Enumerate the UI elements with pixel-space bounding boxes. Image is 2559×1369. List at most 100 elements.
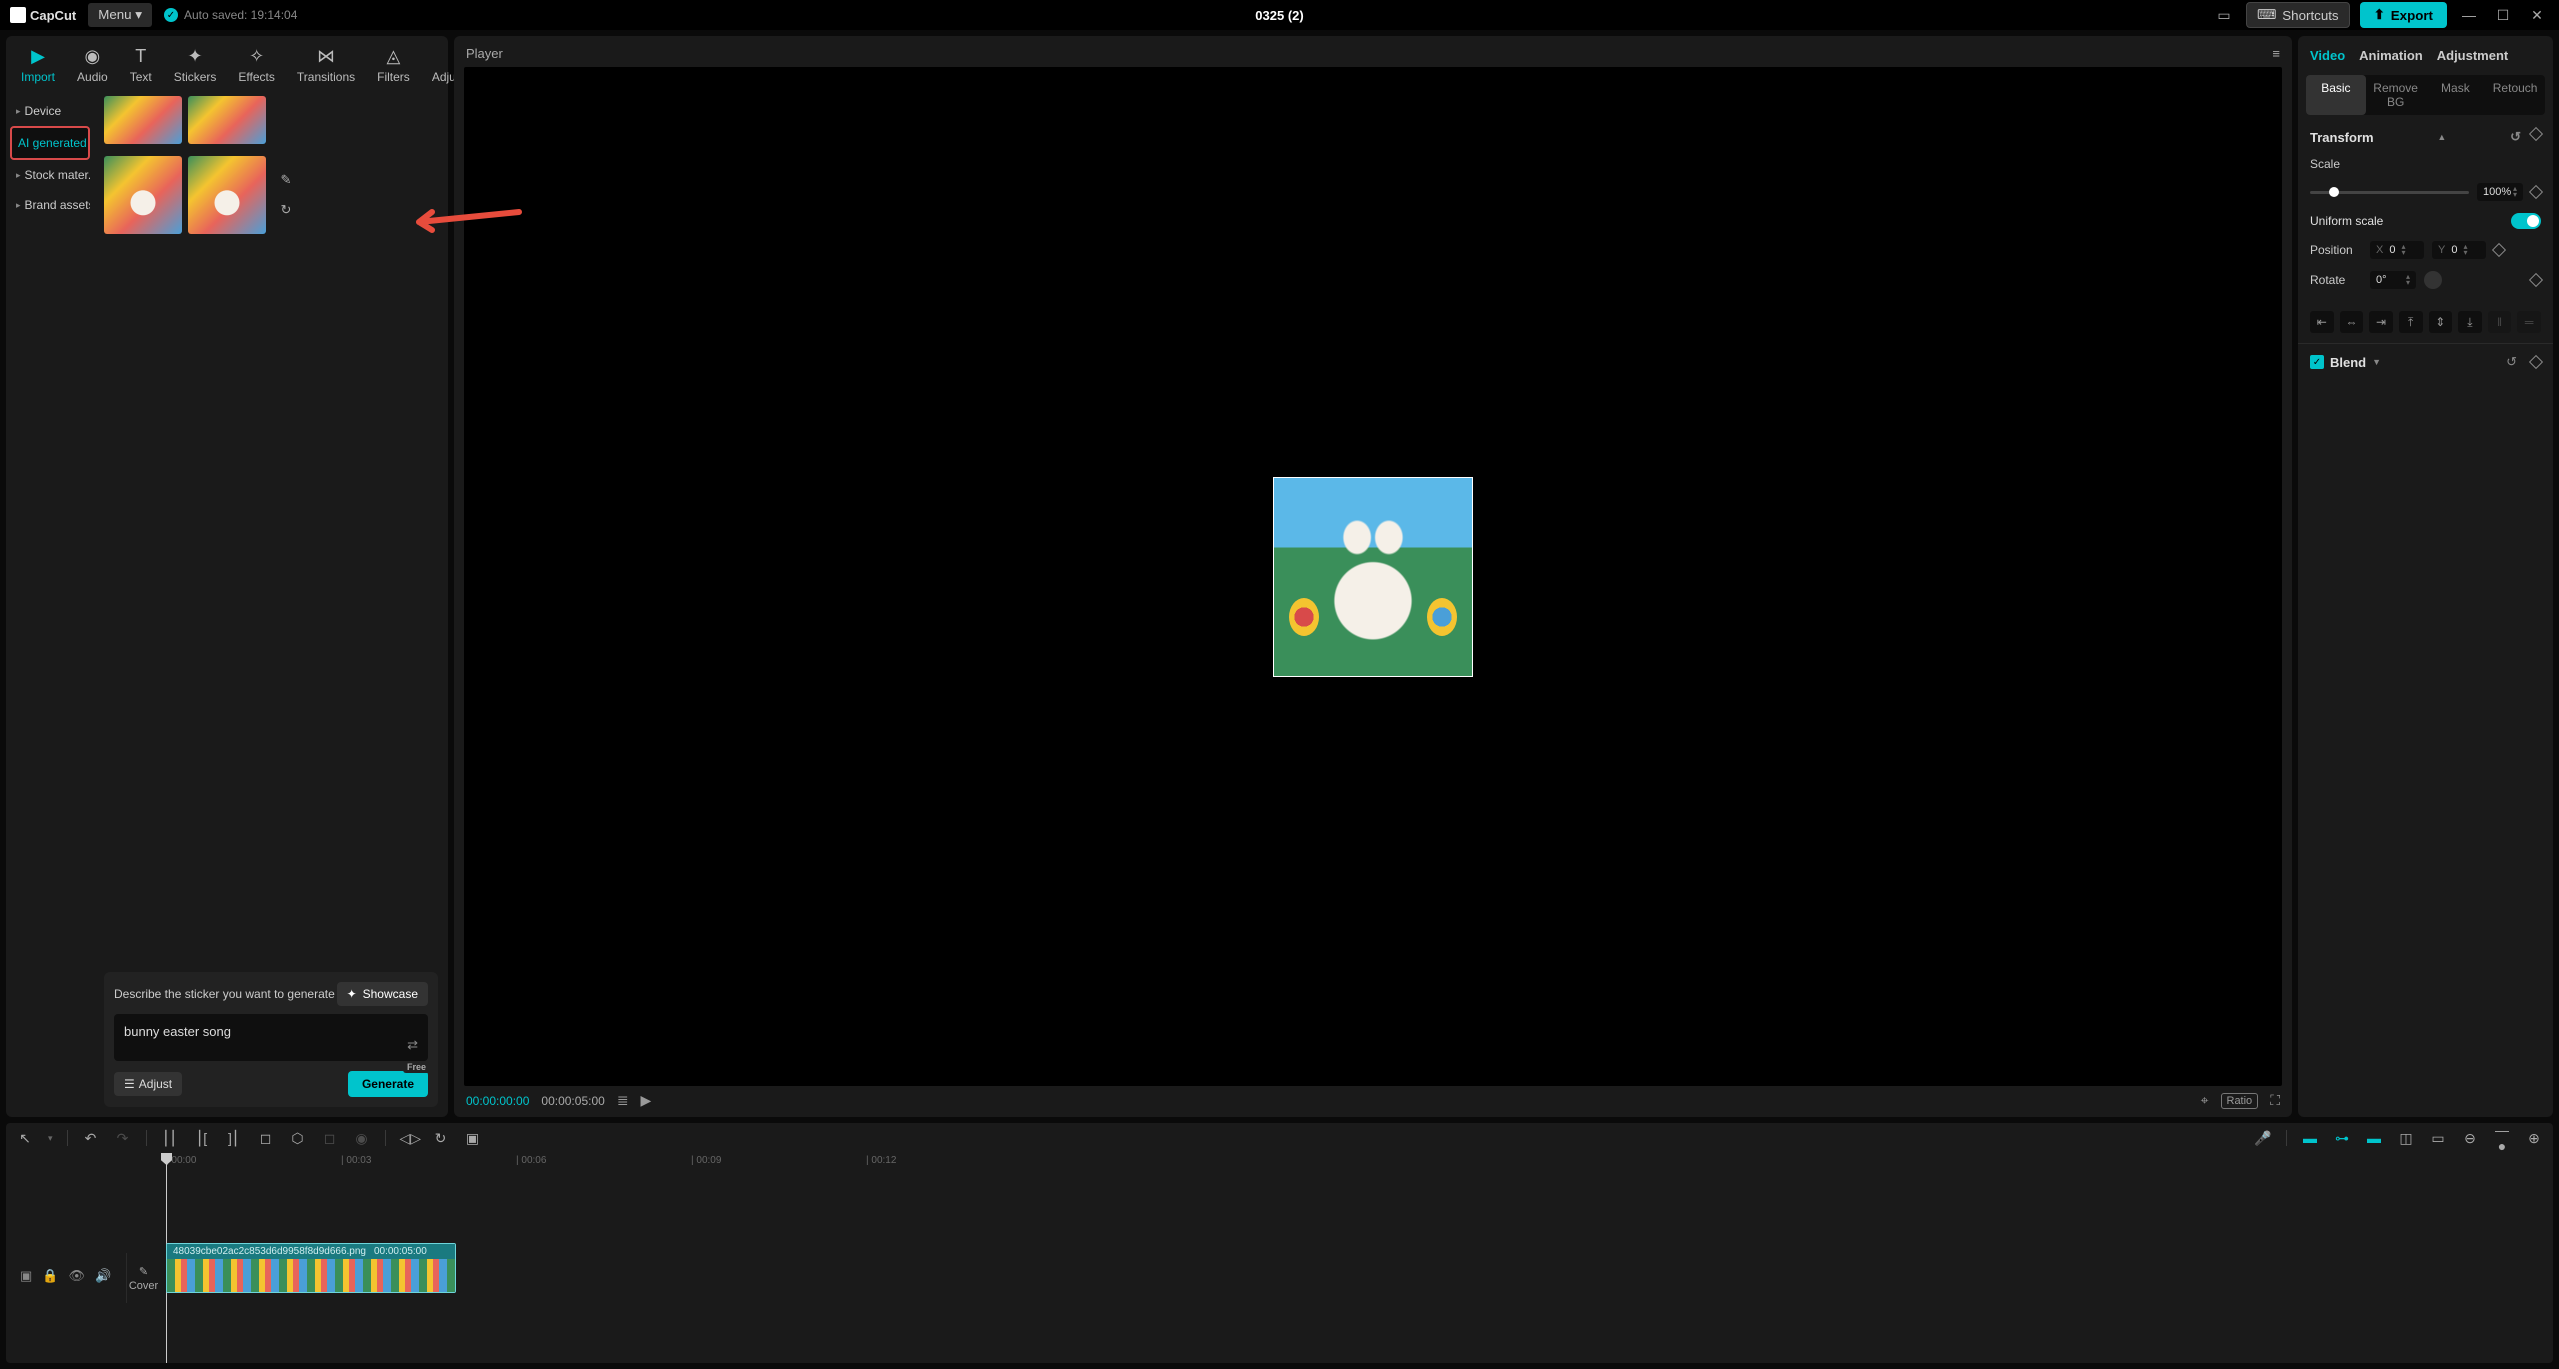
- blend-checkbox[interactable]: ✓: [2310, 355, 2324, 369]
- split-right-icon[interactable]: ]⎮: [225, 1130, 243, 1147]
- inspector-tab-video[interactable]: Video: [2310, 48, 2345, 63]
- crop-icon[interactable]: ◻: [257, 1130, 275, 1147]
- inspector-subtab-retouch[interactable]: Retouch: [2485, 75, 2545, 115]
- split-icon[interactable]: ⎮⎮: [161, 1130, 179, 1147]
- inspector-subtab-mask[interactable]: Mask: [2426, 75, 2486, 115]
- ai-result-thumb[interactable]: [188, 96, 266, 144]
- edit-icon[interactable]: ✎: [276, 170, 296, 190]
- media-tab-transitions[interactable]: ⋈Transitions: [286, 42, 366, 92]
- export-button[interactable]: ⬆ Export: [2360, 2, 2447, 28]
- inspector-subtab-remove-bg[interactable]: Remove BG: [2366, 75, 2426, 115]
- align-vcenter-icon[interactable]: ⇕: [2429, 311, 2453, 333]
- media-tab-audio[interactable]: ◉Audio: [66, 42, 119, 92]
- focus-icon[interactable]: ⌖: [2201, 1092, 2209, 1109]
- rotate-dial[interactable]: [2424, 271, 2442, 289]
- player-menu-icon[interactable]: ≡: [2272, 46, 2280, 61]
- showcase-button[interactable]: ✦ Showcase: [337, 982, 428, 1006]
- media-tab-text[interactable]: TText: [119, 42, 163, 92]
- minimize-button[interactable]: —: [2457, 7, 2481, 23]
- align-hcenter-icon[interactable]: ⇔: [2340, 311, 2364, 333]
- align-top-icon[interactable]: ⤒: [2399, 311, 2423, 333]
- inspector-tab-adjustment[interactable]: Adjustment: [2437, 48, 2509, 63]
- play-button[interactable]: ▶: [641, 1092, 652, 1109]
- preview-toggle-icon[interactable]: ◫: [2397, 1130, 2415, 1147]
- eye-icon[interactable]: 👁: [68, 1268, 85, 1284]
- sidebar-item-device[interactable]: ▸Device: [10, 96, 90, 126]
- crop-tool-icon[interactable]: ▣: [464, 1130, 482, 1147]
- media-tab-import[interactable]: ▶Import: [10, 42, 66, 92]
- tab-icon: ⋈: [317, 46, 335, 66]
- shield-icon[interactable]: ⬡: [289, 1130, 307, 1147]
- zoom-out-icon[interactable]: ⊖: [2461, 1130, 2479, 1147]
- timeline-ruler[interactable]: | 00:00| 00:03| 00:06| 00:09| 00:12: [160, 1153, 2553, 1173]
- ai-result-thumb[interactable]: [104, 156, 182, 234]
- shuffle-icon[interactable]: ⇄: [407, 1037, 418, 1053]
- undo-icon[interactable]: ↶: [82, 1130, 100, 1147]
- keyframe-icon[interactable]: [2492, 243, 2506, 257]
- position-y-input[interactable]: Y0▴▾: [2432, 241, 2486, 259]
- keyframe-icon[interactable]: [2529, 127, 2543, 141]
- inspector-subtab-basic[interactable]: Basic: [2306, 75, 2366, 115]
- player-canvas[interactable]: [464, 67, 2282, 1086]
- menu-button[interactable]: Menu ▾: [88, 3, 152, 27]
- close-button[interactable]: ✕: [2525, 7, 2549, 24]
- snap-icon[interactable]: ▬: [2365, 1130, 2383, 1146]
- ai-result-thumb[interactable]: [188, 156, 266, 234]
- align-right-icon[interactable]: ⇥: [2369, 311, 2393, 333]
- prompt-input[interactable]: bunny easter song: [114, 1014, 428, 1061]
- media-tab-effects[interactable]: ✧Effects: [227, 42, 285, 92]
- generate-button[interactable]: Free Generate: [348, 1071, 428, 1097]
- zoom-slider-icon[interactable]: —●: [2493, 1122, 2511, 1154]
- ai-results-grid: ✎ ↻: [104, 92, 438, 238]
- ratio-button[interactable]: Ratio: [2221, 1093, 2259, 1109]
- lock-icon[interactable]: 🔒: [42, 1268, 58, 1284]
- reset-icon[interactable]: ↺: [2506, 354, 2517, 370]
- cover-button[interactable]: ✎ Cover: [126, 1253, 160, 1303]
- track-icon[interactable]: ▭: [2429, 1130, 2447, 1147]
- autosave-status: ✓ Auto saved: 19:14:04: [164, 8, 297, 22]
- select-tool-icon[interactable]: ↖: [16, 1130, 34, 1147]
- timeline[interactable]: ▣ 🔒 👁 🔊 ✎ Cover | 00:00| 00:03| 00:06| 0…: [6, 1153, 2553, 1363]
- inspector-tab-animation[interactable]: Animation: [2359, 48, 2423, 63]
- mic-icon[interactable]: 🎤: [2254, 1130, 2272, 1147]
- timeline-clip[interactable]: 48039cbe02ac2c853d6d9958f8d9d666.png 00:…: [166, 1243, 456, 1293]
- keyframe-icon[interactable]: [2529, 185, 2543, 199]
- magnet-icon[interactable]: ▬: [2301, 1130, 2319, 1146]
- scale-slider[interactable]: [2310, 191, 2469, 194]
- zoom-in-icon[interactable]: ⊕: [2525, 1130, 2543, 1147]
- rotate-tool-icon[interactable]: ↻: [432, 1130, 450, 1147]
- sidebar-item-stock-mater-[interactable]: ▸Stock mater...: [10, 160, 90, 190]
- tab-icon: ◬: [387, 46, 401, 66]
- sidebar-item-brand-assets[interactable]: ▸Brand assets: [10, 190, 90, 220]
- sidebar-item-ai-generated[interactable]: AI generated: [10, 126, 90, 160]
- keyframe-icon[interactable]: [2529, 355, 2543, 369]
- quality-icon[interactable]: ≣: [617, 1092, 629, 1109]
- refresh-icon[interactable]: ↻: [276, 200, 296, 220]
- position-x-input[interactable]: X0▴▾: [2370, 241, 2424, 259]
- mirror-icon[interactable]: ◁▷: [400, 1130, 418, 1147]
- timecode-current: 00:00:00:00: [466, 1094, 529, 1108]
- track-toggle-icon[interactable]: ▣: [20, 1268, 32, 1284]
- blend-label: Blend: [2330, 355, 2366, 370]
- adjust-button[interactable]: ☰ Adjust: [114, 1072, 182, 1096]
- media-tab-stickers[interactable]: ✦Stickers: [163, 42, 228, 92]
- scale-value[interactable]: 100%▴▾: [2477, 183, 2523, 201]
- project-title: 0325 (2): [1255, 8, 1303, 23]
- link-icon[interactable]: ⊶: [2333, 1130, 2351, 1147]
- keyframe-icon[interactable]: [2529, 273, 2543, 287]
- align-left-icon[interactable]: ⇤: [2310, 311, 2334, 333]
- fullscreen-icon[interactable]: ⛶: [2270, 1092, 2280, 1109]
- media-tab-filters[interactable]: ◬Filters: [366, 42, 421, 92]
- mute-icon[interactable]: 🔊: [95, 1268, 111, 1284]
- rotate-input[interactable]: 0°▴▾: [2370, 271, 2416, 289]
- split-left-icon[interactable]: ⎮[: [193, 1130, 211, 1147]
- reset-icon[interactable]: ↺: [2510, 129, 2521, 145]
- player-controls: 00:00:00:00 00:00:05:00 ≣ ▶ ⌖ Ratio ⛶: [464, 1086, 2282, 1109]
- shortcuts-button[interactable]: ⌨ Shortcuts: [2246, 2, 2350, 28]
- ai-result-thumb[interactable]: [104, 96, 182, 144]
- uniform-scale-toggle[interactable]: [2511, 213, 2541, 229]
- sparkle-icon: ✦: [347, 987, 357, 1001]
- layout-icon[interactable]: ▭: [2212, 7, 2236, 24]
- maximize-button[interactable]: ☐: [2491, 7, 2515, 24]
- align-bottom-icon[interactable]: ⤓: [2458, 311, 2482, 333]
